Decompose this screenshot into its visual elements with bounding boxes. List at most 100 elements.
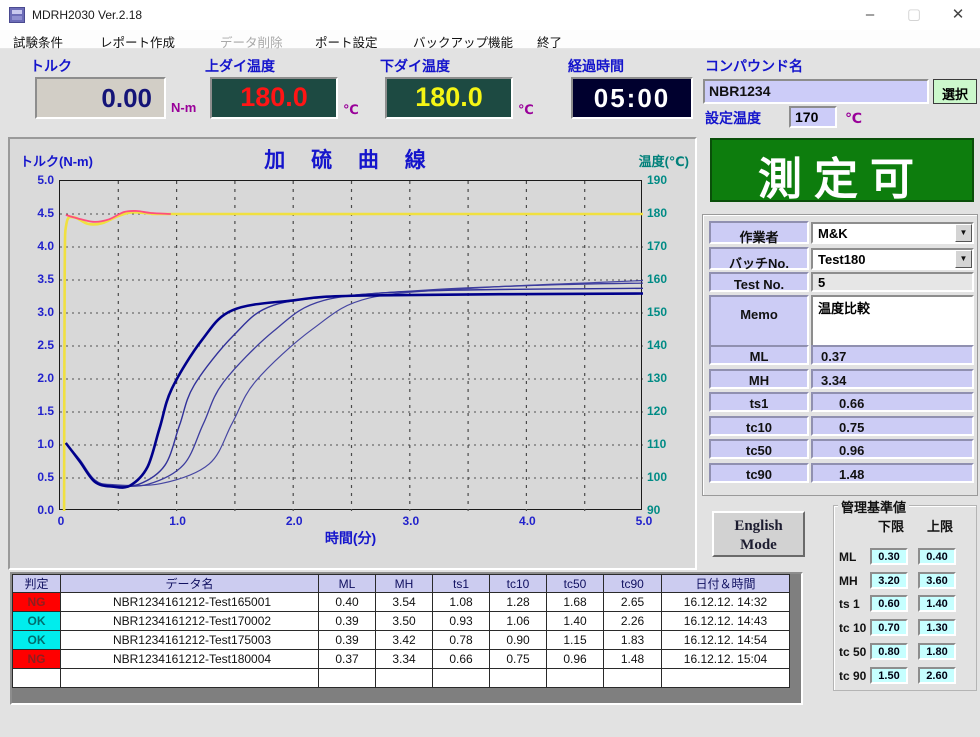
table-row[interactable]: OK NBR1234161212-Test170002 0.39 3.50 0.… — [13, 612, 790, 631]
batch-value: Test180 — [818, 252, 865, 267]
upper-limit-input[interactable]: 1.80 — [918, 643, 956, 660]
upper-limit-input[interactable]: 2.60 — [918, 667, 956, 684]
control-limits-group: 管理基準値 下限 上限 ML 0.30 0.40 MH 3.20 3.60 ts… — [833, 505, 977, 691]
tick-label: 170 — [647, 239, 667, 253]
upper-limit-input[interactable]: 0.40 — [918, 548, 956, 565]
data-name-cell: NBR1234161212-Test180004 — [61, 650, 319, 669]
english-mode-line2: Mode — [714, 536, 803, 555]
result-value: 3.34 — [811, 369, 974, 389]
table-row[interactable]: NG NBR1234161212-Test180004 0.37 3.34 0.… — [13, 650, 790, 669]
menu-item[interactable]: データ削除 — [220, 32, 283, 51]
elapsed-display: 05:00 — [571, 77, 693, 119]
col-tc50: tc50 — [547, 575, 604, 593]
torque-display: 0.00 — [35, 77, 166, 119]
english-mode-line1: English — [714, 517, 803, 536]
chevron-down-icon[interactable]: ▼ — [955, 224, 972, 242]
sample-info-panel: 作業者 M&K ▼ バッチNo. Test180 ▼ Test No. 5 Me… — [702, 214, 978, 496]
set-temp-input[interactable]: 170 — [789, 106, 837, 128]
limit-row-label: ts 1 — [839, 597, 860, 611]
data-name-cell — [61, 669, 319, 688]
tick-label: 0 — [49, 514, 73, 528]
data-name-cell: NBR1234161212-Test170002 — [61, 612, 319, 631]
tc50-cell: 1.68 — [547, 593, 604, 612]
judge-cell: OK — [13, 631, 61, 650]
select-button[interactable]: 選択 — [933, 79, 977, 104]
table-row[interactable] — [13, 669, 790, 688]
lower-limit-header: 下限 — [878, 516, 904, 535]
compound-name-input[interactable]: NBR1234 — [703, 79, 929, 104]
operator-label: 作業者 — [709, 221, 809, 244]
col-tc10: tc10 — [490, 575, 547, 593]
tick-label: 3.0 — [399, 514, 423, 528]
close-button[interactable]: ✕ — [936, 0, 980, 30]
lower-limit-input[interactable]: 0.80 — [870, 643, 908, 660]
result-value: 0.75 — [811, 416, 974, 436]
tc10-cell: 1.28 — [490, 593, 547, 612]
temp-axis-label: 温度(℃) — [639, 151, 689, 170]
menu-item[interactable]: 終了 — [537, 32, 562, 51]
tick-label: 0.5 — [14, 470, 54, 484]
operator-value: M&K — [818, 226, 848, 241]
operator-combobox[interactable]: M&K ▼ — [811, 222, 974, 244]
window-title: MDRH2030 Ver.2.18 — [32, 8, 142, 22]
upper-limit-header: 上限 — [927, 516, 953, 535]
tick-label: 1.0 — [166, 514, 190, 528]
datetime-cell: 16.12.12. 14:32 — [662, 593, 790, 612]
table-row[interactable]: NG NBR1234161212-Test165001 0.40 3.54 1.… — [13, 593, 790, 612]
english-mode-button[interactable]: English Mode — [712, 511, 805, 557]
limit-row-label: tc 90 — [839, 669, 866, 683]
tick-label: 100 — [647, 470, 667, 484]
table-header-row: 判定 データ名 ML MH ts1 tc10 tc50 tc90 日付＆時間 — [13, 575, 790, 593]
col-datetime: 日付＆時間 — [662, 575, 790, 593]
tc90-cell: 2.65 — [604, 593, 662, 612]
menu-item[interactable]: レポート作成 — [100, 32, 175, 51]
upper-limit-input[interactable]: 1.30 — [918, 619, 956, 636]
limit-row-label: tc 50 — [839, 645, 866, 659]
menu-item[interactable]: 試験条件 — [13, 32, 63, 51]
batch-label: バッチNo. — [709, 247, 809, 270]
col-tc90: tc90 — [604, 575, 662, 593]
ts1-cell: 0.66 — [433, 650, 490, 669]
app-icon — [9, 7, 25, 23]
col-mh: MH — [376, 575, 433, 593]
minimize-button[interactable]: – — [848, 0, 892, 30]
torque-label: トルク — [30, 56, 72, 76]
tc90-cell — [604, 669, 662, 688]
tick-label: 150 — [647, 305, 667, 319]
ts1-cell — [433, 669, 490, 688]
plot-area — [59, 180, 642, 510]
judge-cell — [13, 669, 61, 688]
menu-item[interactable]: ポート設定 — [315, 32, 378, 51]
lower-limit-input[interactable]: 0.70 — [870, 619, 908, 636]
upper-limit-input[interactable]: 1.40 — [918, 595, 956, 612]
ml-cell: 0.40 — [319, 593, 376, 612]
ml-cell: 0.37 — [319, 650, 376, 669]
tick-label: 1.0 — [14, 437, 54, 451]
batch-combobox[interactable]: Test180 ▼ — [811, 248, 974, 270]
results-table-container: 判定 データ名 ML MH ts1 tc10 tc50 tc90 日付＆時間 N… — [10, 572, 803, 705]
cure-curves-svg — [60, 181, 643, 511]
menu-item[interactable]: バックアップ機能 — [413, 32, 513, 51]
datetime-cell: 16.12.12. 14:43 — [662, 612, 790, 631]
cure-curve-chart-panel: 加 硫 曲 線 トルク(N-m) 温度(℃) 5.04.54.03.53.02.… — [8, 137, 697, 570]
tick-label: 190 — [647, 173, 667, 187]
lower-limit-input[interactable]: 3.20 — [870, 572, 908, 589]
chart-title: 加 硫 曲 線 — [160, 144, 540, 174]
tc10-cell: 0.75 — [490, 650, 547, 669]
upper-die-label: 上ダイ温度 — [205, 56, 275, 76]
upper-limit-input[interactable]: 3.60 — [918, 572, 956, 589]
tick-label: 140 — [647, 338, 667, 352]
table-row[interactable]: OK NBR1234161212-Test175003 0.39 3.42 0.… — [13, 631, 790, 650]
test-no-field[interactable]: 5 — [811, 272, 974, 292]
lower-limit-input[interactable]: 0.30 — [870, 548, 908, 565]
result-label: tc90 — [709, 463, 809, 483]
mh-cell: 3.50 — [376, 612, 433, 631]
results-table: 判定 データ名 ML MH ts1 tc10 tc50 tc90 日付＆時間 N… — [12, 574, 790, 688]
lower-limit-input[interactable]: 0.60 — [870, 595, 908, 612]
lower-limit-input[interactable]: 1.50 — [870, 667, 908, 684]
tick-label: 180 — [647, 206, 667, 220]
memo-field[interactable]: 温度比較 — [811, 295, 974, 347]
chevron-down-icon[interactable]: ▼ — [955, 250, 972, 268]
set-temp-label: 設定温度 — [705, 108, 761, 128]
ts1-cell: 1.08 — [433, 593, 490, 612]
